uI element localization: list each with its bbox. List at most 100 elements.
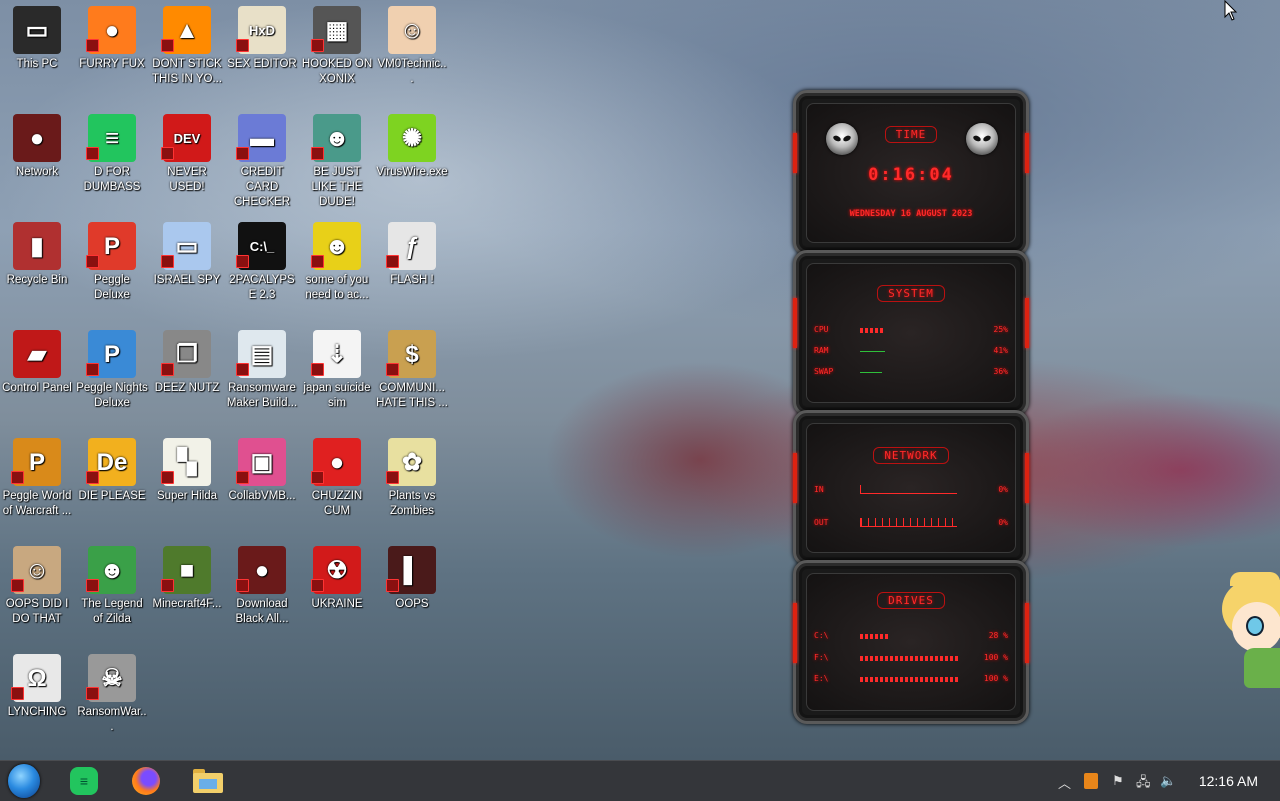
recycle-bin-icon: ▮: [13, 222, 61, 270]
desktop-icon[interactable]: Ω LYNCHING: [0, 648, 74, 720]
desktop-icon[interactable]: ▌ OOPS: [375, 540, 449, 612]
radiation-icon: ☢: [311, 546, 361, 594]
desktop-icon[interactable]: HxD SEX EDITOR: [225, 0, 299, 72]
desktop-icon[interactable]: ▤ Ransomware Maker Build...: [225, 324, 299, 411]
desktop-icon[interactable]: ⇣ japan suicide sim: [300, 324, 374, 411]
desktop-icon[interactable]: DEV NEVER USED!: [150, 108, 224, 195]
desktop-icon[interactable]: De DIE PLEASE: [75, 432, 149, 504]
network-title: NETWORK: [873, 447, 949, 464]
desktop-icon[interactable]: ▚ Super Hilda: [150, 432, 224, 504]
desktop-icon[interactable]: ▭ ISRAEL SPY: [150, 216, 224, 288]
system-row-key: RAM: [814, 346, 829, 355]
desktop-icon[interactable]: ● Network: [0, 108, 74, 180]
desktop-icon[interactable]: $ COMMUNI... HATE THIS ...: [375, 324, 449, 411]
desktop-icon[interactable]: P Peggle Nights Deluxe: [75, 324, 149, 411]
limewire-icon: ✺: [388, 114, 436, 162]
desktop-icon[interactable]: ● CHUZZIN CUM: [300, 432, 374, 519]
shortcut-badge-icon: [236, 255, 249, 268]
desktop-icon[interactable]: ▣ CollabVMB...: [225, 432, 299, 504]
network-computers-icon: ▭: [161, 222, 211, 270]
alien-network-icon: ●: [13, 114, 61, 162]
shortcut-badge-icon: [161, 579, 174, 592]
desktop-icon[interactable]: ☻ BE JUST LIKE THE DUDE!: [300, 108, 374, 210]
desktop-icon[interactable]: ✿ Plants vs Zombies: [375, 432, 449, 519]
desktop-icon-label: Peggle World of Warcraft ...: [2, 490, 72, 517]
beaver-icon: ☻: [311, 222, 361, 270]
shortcut-badge-icon: [311, 147, 324, 160]
desktop-icon[interactable]: ▲ DONT STICK THIS IN YO...: [150, 0, 224, 87]
time-title: TIME: [884, 126, 938, 143]
drives-row: C:\ 28 %: [814, 631, 1008, 643]
money-bag-icon: $: [386, 330, 436, 378]
drives-row-key: F:\: [814, 653, 829, 662]
desktop-icon[interactable]: C:\_ 2PACALYPSE 2.3: [225, 216, 299, 303]
desktop-icon[interactable]: ▰ Control Panel: [0, 324, 74, 396]
japan-sim-icon: ⇣: [311, 330, 361, 378]
volume-speaker-icon[interactable]: 🔈: [1160, 773, 1176, 789]
icon-glyph: ▰: [27, 340, 47, 368]
taskbar-pinned-file-explorer[interactable]: [192, 765, 224, 797]
peggle-nights-icon: P: [86, 330, 136, 378]
network-row-key: IN: [814, 485, 824, 494]
desktop-icon-label: Control Panel: [2, 382, 72, 394]
desktop-icon[interactable]: ❐ DEEZ NUTZ: [150, 324, 224, 396]
desktop-icon-label: NEVER USED!: [167, 166, 207, 193]
taskbar-pinned-chat[interactable]: ≡: [68, 765, 100, 797]
desktop-icon[interactable]: ƒ FLASH !: [375, 216, 449, 288]
desktop-icon[interactable]: ☺ OOPS DID I DO THAT: [0, 540, 74, 627]
desktop-icon[interactable]: ☠ RansomWar...: [75, 648, 149, 735]
shortcut-badge-icon: [386, 579, 399, 592]
desktop-icon-label: Ransomware Maker Build...: [226, 382, 298, 409]
desktop-icon[interactable]: ☻ some of you need to ac...: [300, 216, 374, 303]
network-status-icon[interactable]: 🖧: [1136, 773, 1151, 789]
tray-app-icon[interactable]: [1084, 773, 1098, 789]
desktop-icon[interactable]: ▬ CREDIT CARD CHECKER: [225, 108, 299, 210]
star-character-image: [1222, 572, 1280, 692]
stacked-windows-icon: ❐: [161, 330, 211, 378]
desktop-icon-label: The Legend of Zilda: [81, 598, 143, 625]
icon-glyph: ▮: [30, 232, 44, 260]
desktop-icon[interactable]: ▮ Recycle Bin: [0, 216, 74, 288]
icon-glyph: ✺: [401, 124, 423, 152]
desktop-icon-label: Peggle Nights Deluxe: [76, 382, 148, 409]
system-row-value: 36%: [993, 367, 1008, 376]
time-panel: TIME 0:16:04 WEDNESDAY 16 AUGUST 2023: [793, 90, 1029, 256]
vlc-cone-icon: ▲: [161, 6, 211, 54]
desktop-icon[interactable]: ▦ HOOKED ON XONIX: [300, 0, 374, 87]
shortcut-badge-icon: [86, 363, 99, 376]
desktop-icon[interactable]: P Peggle World of Warcraft ...: [0, 432, 74, 519]
desktop-icon[interactable]: P Peggle Deluxe: [75, 216, 149, 303]
desktop-icon-label: OOPS: [395, 598, 429, 610]
desktop-icon[interactable]: ☻ The Legend of Zilda: [75, 540, 149, 627]
desktop-icon[interactable]: ☢ UKRAINE: [300, 540, 374, 612]
shortcut-badge-icon: [161, 147, 174, 160]
drives-row-value: 28 %: [988, 631, 1008, 640]
icon-glyph: ▭: [25, 16, 49, 44]
clock-readout: 0:16:04: [868, 165, 954, 185]
shortcut-badge-icon: [86, 579, 99, 592]
shortcut-badge-icon: [311, 39, 324, 52]
start-button[interactable]: [8, 764, 40, 798]
desktop-icon-label: FURRY FUX: [79, 58, 145, 70]
desktop-icon[interactable]: ✺ VirusWire.exe: [375, 108, 449, 180]
desktop-icon-label: SEX EDITOR: [227, 58, 297, 70]
desktop-icon[interactable]: ≡ D FOR DUMBASS: [75, 108, 149, 195]
taskbar-clock[interactable]: 12:16 AM: [1199, 773, 1258, 789]
shortcut-badge-icon: [86, 471, 99, 484]
desktop-icon[interactable]: ● Download Black All...: [225, 540, 299, 627]
ransomware-maker-icon: ▤: [236, 330, 286, 378]
desktop-icon[interactable]: ■ Minecraft4F...: [150, 540, 224, 612]
shortcut-badge-icon: [86, 255, 99, 268]
date-readout: WEDNESDAY 16 AUGUST 2023: [849, 209, 973, 219]
show-hidden-icons-chevron-up-icon[interactable]: ︿: [1058, 773, 1071, 791]
taskbar-pinned-firefox[interactable]: [130, 765, 162, 797]
desktop-icon[interactable]: ☺ VM0Technic...: [375, 0, 449, 87]
system-row-key: SWAP: [814, 367, 834, 376]
flag-notification-icon[interactable]: ⚑: [1112, 773, 1124, 789]
xonix-game-icon: ▦: [311, 6, 361, 54]
desktop-icon[interactable]: ● FURRY FUX: [75, 0, 149, 72]
desktop-icon-label: japan suicide sim: [303, 382, 371, 409]
rope-icon: Ω: [11, 654, 61, 702]
desktop-icon[interactable]: ▭ This PC: [0, 0, 74, 72]
network-panel: NETWORK IN 0% OUT 0%: [793, 410, 1029, 566]
